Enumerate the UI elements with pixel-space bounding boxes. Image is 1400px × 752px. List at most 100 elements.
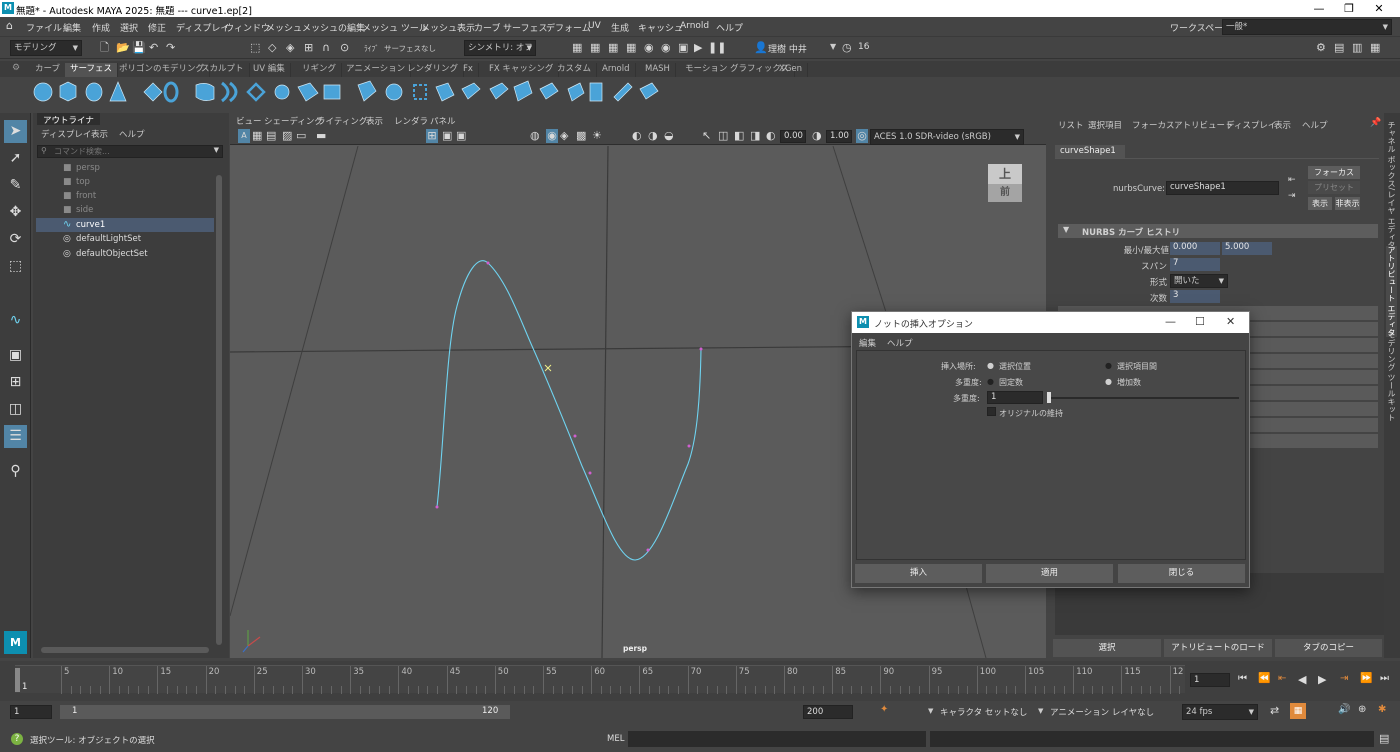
attach-surfaces-icon[interactable] (413, 84, 427, 100)
render-view-icon[interactable]: ▣ (678, 41, 688, 55)
sound-icon[interactable]: 🔊 (1338, 704, 1350, 715)
viewcube-front-face[interactable]: 前 (988, 184, 1022, 202)
render-settings-icon[interactable]: ▦ (608, 41, 618, 55)
edit-point[interactable] (699, 347, 703, 351)
edit-point[interactable] (486, 261, 490, 265)
outliner-item-persp[interactable]: ■ persp (36, 161, 214, 175)
user-dropdown-icon[interactable]: ▼ (830, 42, 836, 51)
gamma-icon[interactable]: ◑ (812, 129, 822, 143)
resolution-gate-icon[interactable]: ▣ (456, 129, 466, 143)
nurbs-torus-icon[interactable] (163, 81, 179, 103)
select-button[interactable]: 選択 (1053, 639, 1161, 657)
scale-tool-icon[interactable]: ⬚ (4, 255, 27, 278)
step-back-key-icon[interactable]: ⏪ (1258, 673, 1270, 684)
focus-button[interactable]: フォーカス (1308, 166, 1360, 179)
menu-surfaces[interactable]: サーフェス (503, 21, 547, 34)
shelf-tab-xgen[interactable]: XGen (774, 63, 809, 77)
nurbs-cube-icon[interactable] (59, 81, 77, 102)
menu-window[interactable]: ウィンドウ (225, 21, 270, 34)
modeling-toolkit-toggle-icon[interactable]: ⚙ (1316, 41, 1326, 55)
attribute-editor-toggle-icon[interactable]: ▤ (1334, 41, 1344, 55)
selected-edit-point[interactable] (544, 364, 552, 372)
textured-icon[interactable]: ▩ (576, 129, 586, 143)
dialog-minimize-button[interactable]: — (1165, 315, 1176, 328)
pause-render-icon[interactable]: ❚❚ (708, 41, 726, 55)
outliner-scrollbar[interactable] (216, 175, 222, 645)
image-plane-icon[interactable]: ▨ (282, 129, 292, 143)
menu-mesh-display[interactable]: メッシュ表示 (421, 21, 475, 34)
menu-create[interactable]: 作成 (92, 21, 110, 34)
hide-button[interactable]: 非表示 (1335, 197, 1360, 210)
viewcube-top-face[interactable]: 上 (988, 164, 1022, 184)
outliner-tab[interactable]: アウトライナ (37, 113, 100, 126)
xray-icon[interactable]: ◫ (718, 129, 728, 143)
step-forward-key-icon[interactable]: ⏩ (1360, 673, 1372, 684)
menu-select[interactable]: 選択 (120, 21, 138, 34)
menu-help[interactable]: ヘルプ (716, 21, 743, 34)
current-frame-field[interactable]: 1 (1190, 673, 1230, 687)
insert-at-selection-radio-icon[interactable]: ● (987, 361, 994, 370)
ipr-render-icon[interactable]: ▦ (590, 41, 600, 55)
menu-deform[interactable]: デフォーム (546, 21, 591, 34)
shelf-tab-mash[interactable]: MASH (640, 63, 676, 77)
menu-file[interactable]: ファイル (26, 21, 62, 34)
extrude-icon[interactable] (274, 84, 290, 100)
new-scene-icon[interactable]: 🗋 (100, 41, 109, 55)
multiplicity-slider-handle[interactable] (1047, 392, 1051, 403)
live-surface-value[interactable]: サーフェスなし (384, 43, 436, 54)
camera-select-icon[interactable]: ▦ (252, 129, 262, 143)
viewport-menu-shading[interactable]: シェーディング (264, 115, 323, 127)
nurbs-plane-icon[interactable] (143, 82, 163, 102)
insert-button[interactable]: 挿入 (855, 564, 982, 583)
shelf-tab-rendering[interactable]: レンダリング (402, 63, 465, 77)
exposure-field[interactable]: 0.00 (780, 130, 806, 143)
viewport-menu-view[interactable]: ビュー (236, 115, 262, 127)
step-forward-frame-icon[interactable]: ⇥ (1340, 673, 1348, 684)
2d-pan-icon[interactable]: ▭ (296, 129, 306, 143)
tab-channel-box[interactable]: チャネル ボックス/レイヤ エディタ (1386, 121, 1397, 249)
surface-editing-icon[interactable] (639, 82, 659, 100)
tool-settings-toggle-icon[interactable]: ▥ (1352, 41, 1362, 55)
move-tool-icon[interactable]: ✥ (4, 201, 27, 224)
shelf-tab-rigging[interactable]: リギング (297, 63, 343, 77)
camera-attributes-icon[interactable]: A (238, 129, 250, 143)
user-name[interactable]: 理樹 中井 (768, 42, 807, 55)
edit-point[interactable] (435, 505, 439, 509)
multiplicity-field[interactable]: 1 (987, 391, 1043, 404)
outliner-search-input[interactable] (54, 146, 204, 157)
attr-menu-selected[interactable]: 選択項目 (1088, 119, 1122, 131)
snap-curve-icon[interactable]: ∩ (322, 41, 330, 55)
search-icon[interactable]: ⚲ (4, 460, 27, 483)
outliner-menu-help[interactable]: ヘルプ (119, 128, 145, 140)
shelf-tab-fx-caching[interactable]: FX キャッシング (484, 63, 560, 77)
shelf-tab-curves[interactable]: カーブ (30, 63, 66, 77)
tab-attribute-editor[interactable]: アトリビュート エディタ (1386, 246, 1397, 337)
save-scene-icon[interactable]: 💾 (132, 41, 146, 55)
show-button[interactable]: 表示 (1308, 197, 1332, 210)
outliner-item-top[interactable]: ■ top (36, 175, 214, 189)
rotate-tool-icon[interactable]: ⟳ (4, 228, 27, 251)
help-icon[interactable]: ? (11, 733, 23, 745)
insert-isoparms-icon[interactable] (513, 80, 533, 102)
lasso-tool-icon[interactable]: ➚ (4, 147, 27, 170)
menu-display[interactable]: ディスプレイ (176, 21, 229, 34)
paint-select-tool-icon[interactable]: ✎ (4, 174, 27, 197)
mode-dropdown[interactable]: モデリング (10, 40, 82, 56)
offset-surfaces-icon[interactable] (567, 82, 585, 102)
outliner-search-dropdown-icon[interactable]: ▼ (214, 146, 219, 154)
notification-count[interactable]: 16 (858, 42, 869, 52)
go-to-start-icon[interactable]: ⏮ (1238, 673, 1247, 684)
outliner-item-front[interactable]: ■ front (36, 189, 214, 203)
max-value-field[interactable]: 5.000 (1222, 242, 1272, 255)
section-nurbs-curve-history[interactable]: ▼ NURBS カーブ ヒストリ (1058, 224, 1378, 238)
colorspace-dropdown[interactable]: ACES 1.0 SDR-video (sRGB) (870, 129, 1024, 145)
outliner-hscrollbar[interactable] (41, 647, 209, 653)
bevel-icon[interactable] (385, 83, 403, 101)
grease-pencil-icon[interactable]: ▬ (316, 129, 326, 143)
bookmark-icon[interactable]: ▤ (266, 129, 276, 143)
single-perspective-layout-icon[interactable]: ▣ (4, 344, 27, 367)
select-hierarchy-icon[interactable]: ⬚ (250, 41, 260, 55)
edit-point[interactable] (646, 548, 650, 552)
shelf-tab-uv-editing[interactable]: UV 編集 (248, 63, 291, 77)
menu-arnold[interactable]: Arnold (680, 21, 709, 31)
